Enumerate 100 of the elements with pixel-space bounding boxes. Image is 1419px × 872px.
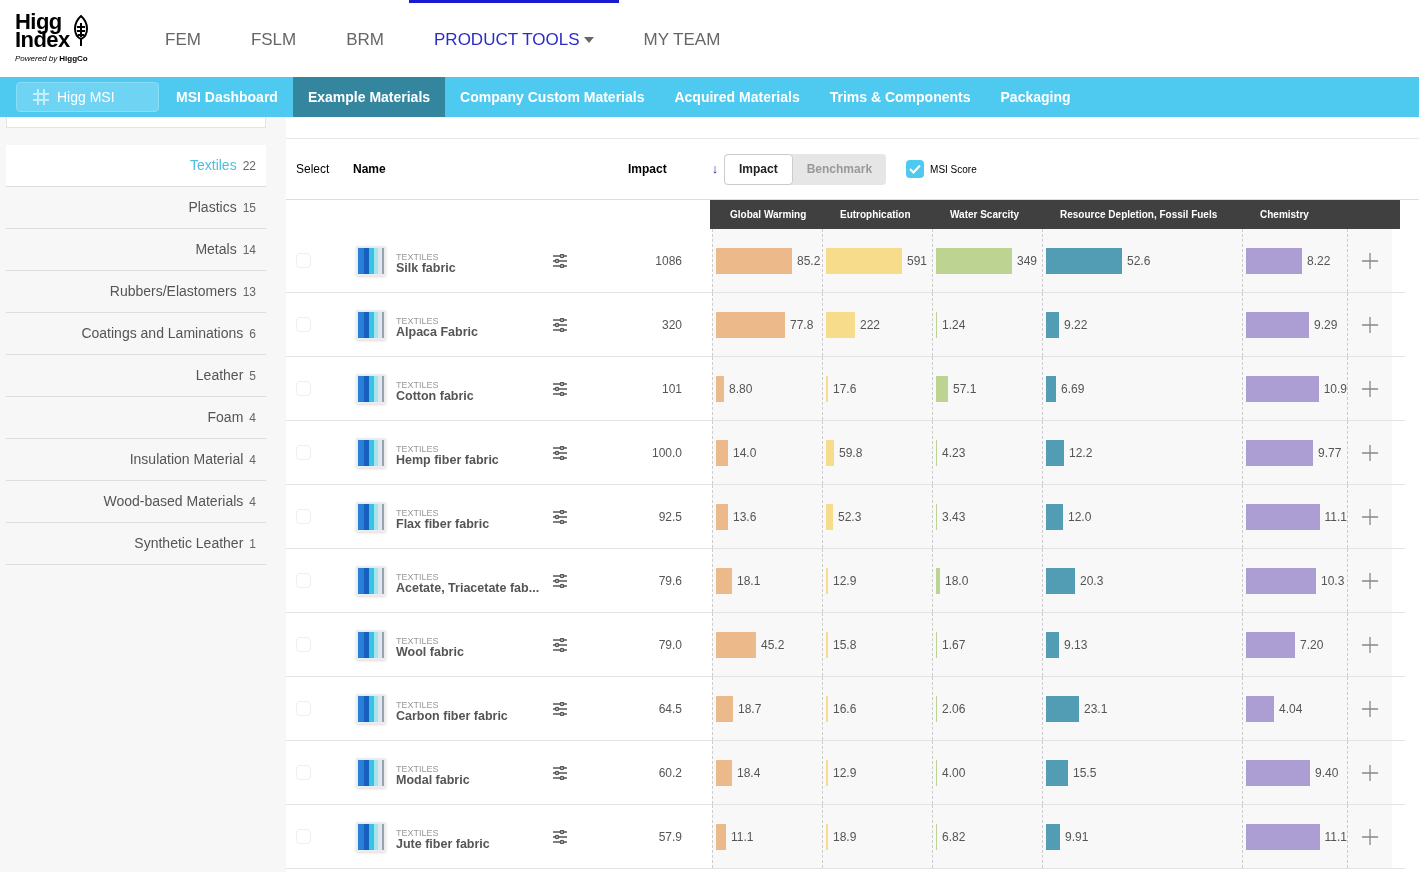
top-nav-link[interactable]: FEM <box>140 0 226 77</box>
bar-value: 1.24 <box>942 316 966 334</box>
column-header: Water Scarcity <box>949 208 1021 222</box>
name-header: Name <box>353 161 387 178</box>
material-category: TEXTILES <box>396 827 440 839</box>
material-name[interactable]: Flax fiber fabric <box>396 518 544 530</box>
impact-score: 320 <box>660 316 682 334</box>
material-category: TEXTILES <box>396 507 440 519</box>
bar-value: 3.43 <box>942 508 966 526</box>
material-category: TEXTILES <box>396 763 440 775</box>
filter-sliders-icon[interactable] <box>552 637 568 652</box>
impact-score: 79.0 <box>657 636 682 654</box>
bar-value: 591 <box>907 252 928 270</box>
bar-value: 59.8 <box>839 444 863 462</box>
leaf-icon <box>71 14 90 47</box>
category-item[interactable]: Leather 5 <box>6 355 266 397</box>
add-icon[interactable] <box>1362 636 1378 653</box>
bar-value: 16.6 <box>833 700 857 718</box>
bar-value: 20.3 <box>1080 572 1104 590</box>
filter-sliders-icon[interactable] <box>552 253 568 268</box>
brand-text: HiggCo <box>59 52 88 65</box>
filter-sliders-icon[interactable] <box>552 381 568 396</box>
msi-score-checkbox[interactable] <box>906 160 925 178</box>
bar-value: 9.40 <box>1315 764 1339 782</box>
bar-value: 6.82 <box>942 828 966 846</box>
bar-value: 9.91 <box>1065 828 1089 846</box>
category-item[interactable]: Synthetic Leather 1 <box>6 523 266 565</box>
impact-header: Impact <box>628 161 668 178</box>
category-item[interactable]: Rubbers/Elastomers 13 <box>6 271 266 313</box>
sub-nav-tab[interactable]: Example Materials <box>292 77 446 117</box>
impact-score: 60.2 <box>657 764 682 782</box>
column-header: Chemistry <box>1259 208 1310 222</box>
add-icon[interactable] <box>1362 380 1378 397</box>
add-icon[interactable] <box>1362 444 1378 461</box>
filter-sliders-icon[interactable] <box>552 573 568 588</box>
material-name[interactable]: Acetate, Triacetate fab... <box>396 582 544 594</box>
bar-value: 12.9 <box>833 572 857 590</box>
powered-by-text: Powered by <box>15 52 58 65</box>
material-name[interactable]: Silk fabric <box>396 262 544 274</box>
category-item[interactable]: Insulation Material 4 <box>6 439 266 481</box>
add-icon[interactable] <box>1362 508 1378 525</box>
bar-value: 23.1 <box>1084 700 1108 718</box>
top-nav-link[interactable]: FSLM <box>225 0 322 77</box>
category-item[interactable]: Foam 4 <box>6 397 266 439</box>
add-icon[interactable] <box>1362 572 1378 589</box>
bar-value: 8.80 <box>729 380 753 398</box>
filter-sliders-icon[interactable] <box>552 701 568 716</box>
impact-score: 64.5 <box>657 700 682 718</box>
top-nav-link[interactable]: MY TEAM <box>618 0 746 77</box>
material-name[interactable]: Wool fabric <box>396 646 544 658</box>
bar-value: 10.9 <box>1323 380 1347 398</box>
msi-score-label: MSI Score <box>930 162 977 177</box>
bar-value: 11.1 <box>1324 828 1347 846</box>
filter-sliders-icon[interactable] <box>552 765 568 780</box>
top-nav-link[interactable]: BRM <box>321 0 409 77</box>
impact-score: 79.6 <box>657 572 682 590</box>
material-name[interactable]: Modal fabric <box>396 774 544 786</box>
filter-sliders-icon[interactable] <box>552 445 568 460</box>
material-category: TEXTILES <box>396 315 440 327</box>
bar-value: 349 <box>1017 252 1038 270</box>
add-icon[interactable] <box>1362 316 1378 333</box>
bar-value: 52.3 <box>838 508 862 526</box>
material-category: TEXTILES <box>396 251 440 263</box>
material-name[interactable]: Carbon fiber fabric <box>396 710 544 722</box>
bar-value: 9.22 <box>1064 316 1088 334</box>
impact-score: 57.9 <box>657 828 682 846</box>
category-item[interactable]: Textiles 22 <box>6 145 266 187</box>
material-category: TEXTILES <box>396 379 440 391</box>
bar-value: 9.13 <box>1064 636 1088 654</box>
column-header: Eutrophication <box>839 208 912 222</box>
bar-value: 52.6 <box>1127 252 1151 270</box>
category-item[interactable]: Wood-based Materials 4 <box>6 481 266 523</box>
material-category: TEXTILES <box>396 443 440 455</box>
add-icon[interactable] <box>1362 700 1378 717</box>
filter-sliders-icon[interactable] <box>552 509 568 524</box>
material-name[interactable]: Jute fiber fabric <box>396 838 544 850</box>
bar-value: 57.1 <box>953 380 977 398</box>
material-name[interactable]: Alpaca Fabric <box>396 326 544 338</box>
category-item[interactable]: Plastics 15 <box>6 187 266 229</box>
material-name[interactable]: Cotton fabric <box>396 390 544 402</box>
bar-value: 2.06 <box>942 700 966 718</box>
category-item[interactable]: Metals 14 <box>6 229 266 271</box>
bar-value: 4.00 <box>942 764 966 782</box>
add-icon[interactable] <box>1362 764 1378 781</box>
material-category: TEXTILES <box>396 699 440 711</box>
filter-sliders-icon[interactable] <box>552 829 568 844</box>
bar-value: 18.0 <box>945 572 969 590</box>
bar-value: 12.2 <box>1069 444 1093 462</box>
material-name[interactable]: Hemp fiber fabric <box>396 454 544 466</box>
add-icon[interactable] <box>1362 828 1378 845</box>
view-toggle-button[interactable]: Impact <box>724 153 793 185</box>
bar-value: 45.2 <box>761 636 785 654</box>
impact-score: 101 <box>660 380 682 398</box>
bar-value: 4.04 <box>1279 700 1303 718</box>
filter-sliders-icon[interactable] <box>552 317 568 332</box>
bar-value: 12.9 <box>833 764 857 782</box>
add-icon[interactable] <box>1362 252 1378 269</box>
column-header: Global Warming <box>729 208 808 222</box>
category-item[interactable]: Coatings and Laminations 6 <box>6 313 266 355</box>
bar-value: 18.1 <box>737 572 761 590</box>
